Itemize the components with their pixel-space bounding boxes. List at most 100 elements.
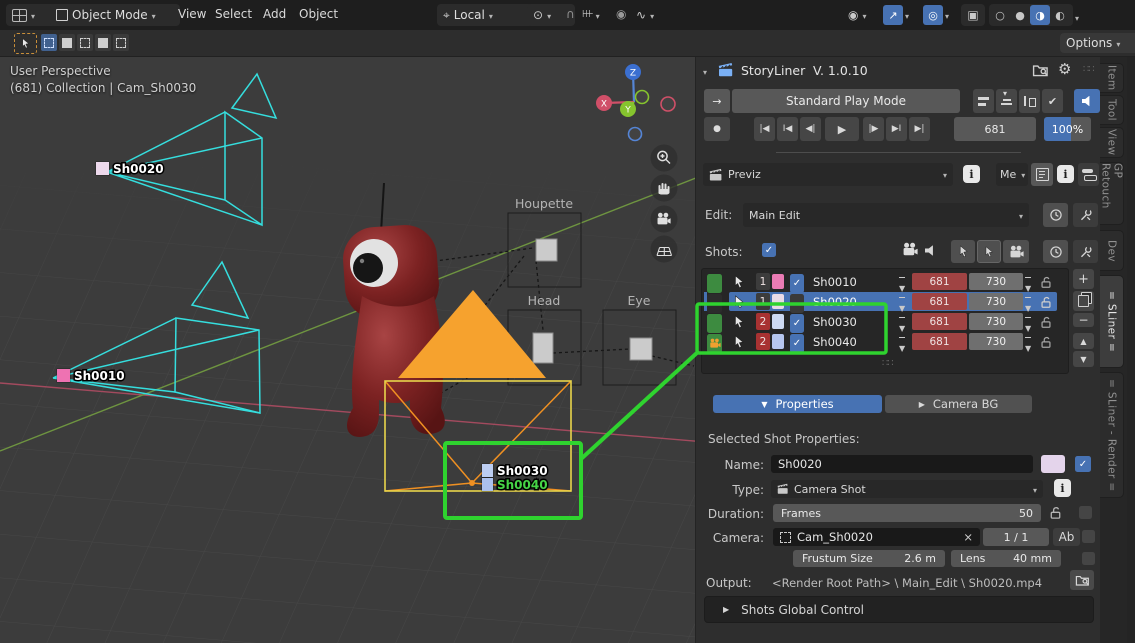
tab-item[interactable]: Item (1100, 63, 1124, 93)
shot-row-sh0040[interactable]: 2 Sh0040 ▼ 681 730 ▼ (703, 332, 1065, 351)
duration-checkbox[interactable] (1079, 506, 1092, 519)
sound-toggle-button[interactable] (1074, 89, 1100, 113)
takes-toggle-button[interactable] (1078, 163, 1099, 186)
display-takes-button[interactable] (996, 89, 1017, 113)
panel-grip-icon[interactable]: ∷∷ (1083, 64, 1094, 75)
snap-magnet-icon[interactable]: ∩ (566, 8, 575, 20)
shot-start-frame[interactable]: 681 (912, 293, 967, 310)
snapping-dropdown[interactable]: ⊦⊦⊦ (580, 4, 618, 26)
menu-select[interactable]: Select (215, 7, 252, 21)
camera-checkbox[interactable] (1082, 530, 1095, 543)
clear-x-icon[interactable]: × (963, 530, 973, 544)
shading-dropdown[interactable] (1075, 10, 1079, 24)
axis-neg-x[interactable] (661, 97, 675, 111)
menu-view[interactable]: View (178, 7, 206, 21)
duration-lock-icon[interactable] (1048, 505, 1063, 520)
object-visibility-dropdown[interactable]: ◉ (845, 4, 885, 26)
open-render-folder-button[interactable] (1070, 570, 1094, 590)
show-gizmo-toggle[interactable]: ↗ (881, 4, 923, 26)
xray-toggle[interactable]: ▣ (961, 4, 985, 26)
shots-speaker-icon[interactable] (925, 245, 936, 256)
viewport-label-sh0040[interactable]: Sh0040 (482, 478, 548, 492)
tab-sliner[interactable]: = SLiner = (1100, 275, 1124, 368)
axis-x-ball[interactable]: X (601, 100, 607, 110)
camera-view-button[interactable] (651, 206, 678, 233)
take-dropdown[interactable]: Previz (703, 163, 953, 186)
shots-global-control-header[interactable]: ▶ Shots Global Control (704, 596, 1094, 623)
shot-name-input[interactable]: Sh0020 (771, 455, 1033, 473)
shot-end-frame[interactable]: 730 (969, 273, 1023, 290)
mode-dropdown[interactable]: Object Mode (50, 4, 180, 26)
ortho-grid-button[interactable] (651, 236, 678, 263)
notes-button[interactable] (1031, 163, 1053, 186)
next-keyframe-button[interactable]: ▶I (886, 117, 907, 141)
viewport-label-sh0020[interactable]: Sh0020 (96, 162, 164, 176)
shot-enabled-checkbox[interactable] (790, 294, 804, 313)
zoom-button[interactable] (651, 145, 678, 172)
tab-camera-bg[interactable]: ▶Camera BG (885, 395, 1032, 413)
shot-type-dropdown[interactable]: Camera Shot (771, 480, 1043, 498)
tab-sliner-render[interactable]: = SLiner - Render = (1100, 372, 1124, 498)
cursor-icon[interactable] (732, 335, 746, 349)
shot-start-frame[interactable]: 681 (912, 333, 967, 350)
lens-field[interactable]: Lens 40 mm (951, 550, 1061, 567)
viewport-label-sh0010[interactable]: Sh0010 (57, 369, 125, 383)
shot-name-display-checkbox[interactable] (1075, 456, 1091, 472)
select-in-list-button[interactable] (977, 240, 1001, 263)
shots-timing-button[interactable] (1043, 240, 1068, 263)
camera-object-field[interactable]: Cam_Sh0020 × (773, 528, 980, 546)
select-shot-camera-button[interactable] (951, 240, 975, 263)
prev-keyframe-button[interactable]: I◀ (777, 117, 798, 141)
playback-speed-slider[interactable]: 100% (1044, 117, 1091, 141)
list-resize-grip[interactable]: ∷∷ (882, 358, 893, 369)
toggle-camera-view-button[interactable] (1003, 240, 1029, 263)
show-overlays-toggle[interactable]: ◎ (921, 4, 963, 26)
add-shot-button[interactable]: + (1073, 269, 1094, 289)
jump-start-button[interactable]: |◀ (754, 117, 775, 141)
select-box-intersect-button[interactable] (113, 34, 129, 51)
edit-dropdown[interactable]: Main Edit (743, 203, 1029, 227)
shot-start-frame[interactable]: 681 (912, 313, 967, 330)
axis-neg-y[interactable] (636, 91, 649, 104)
shot-name[interactable]: Sh0010 (813, 272, 857, 291)
shot-name[interactable]: Sh0040 (813, 332, 857, 351)
shading-solid-icon[interactable]: ● (1010, 5, 1030, 25)
select-box-new-button[interactable] (41, 34, 57, 51)
camera-switch-icon[interactable] (902, 242, 918, 257)
shots-enabled-checkbox[interactable] (762, 243, 776, 257)
axis-z-ball[interactable]: Z (630, 69, 636, 79)
shading-rendered-icon[interactable]: ◐ (1050, 5, 1070, 25)
jump-end-button[interactable]: ▶| (909, 117, 930, 141)
shot-row-sh0010[interactable]: 1 Sh0010 ▼ 681 730 ▼ (703, 272, 1065, 291)
edit-tools-button[interactable] (1073, 203, 1098, 227)
prev-frame-button[interactable]: ◀| (800, 117, 821, 141)
duplicate-shot-button[interactable] (1073, 291, 1094, 311)
shot-enabled-checkbox[interactable] (790, 314, 804, 333)
shading-material-icon[interactable]: ◑ (1030, 5, 1050, 25)
shot-color-swatch[interactable] (772, 334, 784, 349)
frustum-checkbox[interactable] (1082, 552, 1095, 565)
me-dropdown[interactable]: Me (996, 163, 1028, 186)
shot-color-swatch[interactable] (772, 274, 784, 289)
edit-timing-button[interactable] (1043, 203, 1068, 227)
shot-end-frame[interactable]: 730 (969, 293, 1023, 310)
play-mode-arrow-button[interactable]: → (704, 89, 730, 113)
open-scene-icon[interactable] (1032, 62, 1049, 79)
move-shot-down-button[interactable]: ▼ (1073, 351, 1094, 367)
axis-gizmo[interactable]: Z X Y (596, 64, 675, 141)
font-size-button[interactable]: Ab (1053, 528, 1080, 546)
shot-state-button[interactable] (707, 274, 722, 293)
play-mode-button[interactable]: Standard Play Mode (732, 89, 960, 113)
select-box-invert-button[interactable] (95, 34, 111, 51)
set-start-icon[interactable]: ▼ (899, 337, 905, 358)
next-frame-button[interactable]: |▶ (863, 117, 884, 141)
shot-color-swatch[interactable] (772, 314, 784, 329)
shot-current-camera-button[interactable] (707, 334, 722, 353)
current-frame-field[interactable]: 681 (954, 117, 1036, 141)
take-info-button[interactable] (963, 165, 980, 183)
editor-type-button[interactable] (6, 4, 56, 26)
tab-view[interactable]: View (1100, 127, 1124, 158)
shot-enabled-checkbox[interactable] (790, 274, 804, 293)
play-button[interactable]: ▶ (825, 117, 859, 141)
menu-add[interactable]: Add (263, 7, 286, 21)
